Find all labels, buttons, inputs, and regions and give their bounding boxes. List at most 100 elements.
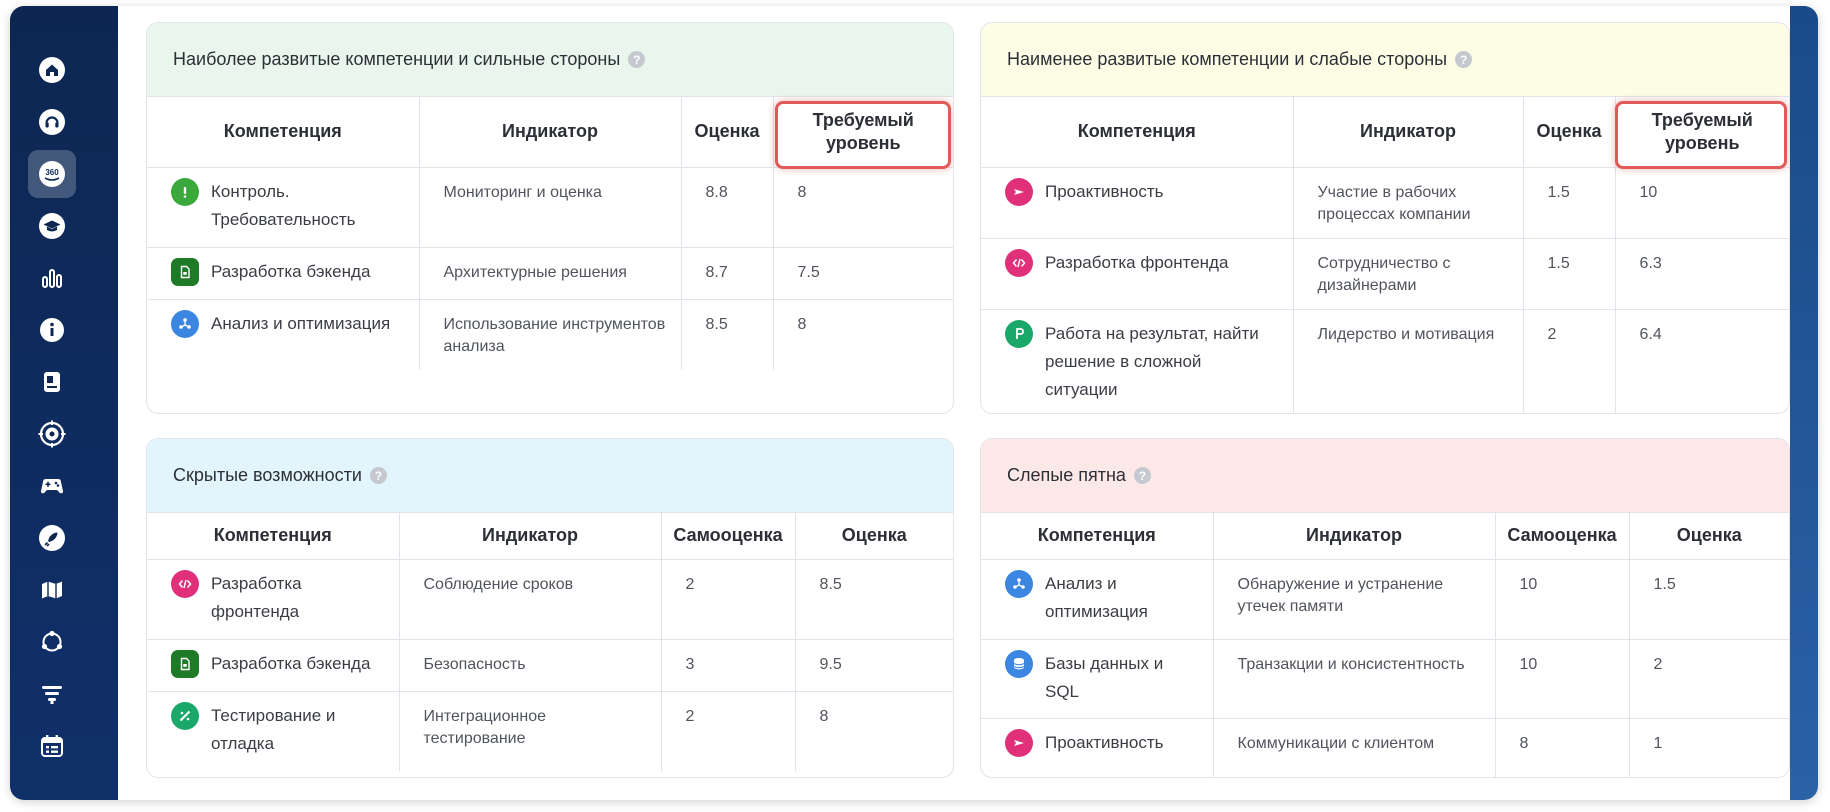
code-icon <box>1005 248 1033 277</box>
map-icon[interactable] <box>28 566 76 614</box>
table-row: Анализ и оптимизация Обнаружение и устра… <box>981 559 1789 640</box>
score: 1.5 <box>1629 559 1789 640</box>
col-required-level[interactable]: Требуемый уровень <box>773 97 953 168</box>
target-icon[interactable] <box>28 410 76 458</box>
competence-name: Разработка фронтенда <box>1045 252 1229 272</box>
table-row: Базы данных и SQL Транзакции и консистен… <box>981 639 1789 719</box>
score: 1.5 <box>1523 238 1616 310</box>
col-indicator[interactable]: Индикатор <box>1293 97 1524 168</box>
competence-name: Проактивность <box>1045 181 1164 201</box>
col-self-score[interactable]: Самооценка <box>1495 513 1630 560</box>
blind-card: Слепые пятна ? Компетенция Индикатор Сам… <box>980 438 1790 778</box>
hidden-table: Компетенция Индикатор Самооценка Оценка … <box>147 513 953 771</box>
background-strip <box>1790 6 1818 800</box>
bar-chart-icon[interactable] <box>28 254 76 302</box>
score: 8.5 <box>681 299 774 370</box>
table-row: Проактивность Участие в рабочих процесса… <box>981 167 1789 239</box>
required-level: 6.4 <box>1639 325 1662 343</box>
help-icon[interactable]: ? <box>1455 51 1473 68</box>
exclamation-icon <box>171 177 199 206</box>
database-icon <box>1005 649 1033 678</box>
main-content: Наиболее развитые компетенции и сильные … <box>118 6 1790 800</box>
competence-name: Анализ и оптимизация <box>211 313 391 333</box>
competence-name: Контроль. Требовательность <box>211 181 356 229</box>
strengths-table: Компетенция Индикатор Оценка Требуемый у… <box>147 97 953 370</box>
score: 1.5 <box>1523 167 1616 239</box>
table-row: Контроль. Требовательность Мониторинг и … <box>147 167 953 248</box>
col-score[interactable]: Оценка <box>1523 97 1616 168</box>
indicator: Архитектурные решения <box>419 247 682 300</box>
self-score: 8 <box>1495 718 1630 777</box>
indicator: Интеграционное тестирование <box>399 691 662 771</box>
gamepad-icon[interactable] <box>28 462 76 510</box>
proactive-icon <box>1005 177 1033 206</box>
self-score: 2 <box>661 559 796 640</box>
cycle-icon[interactable] <box>28 618 76 666</box>
table-row: Проактивность Коммуникации с клиентом 8 … <box>981 718 1789 777</box>
required-level: 7.5 <box>773 247 953 300</box>
analysis-icon <box>171 309 199 338</box>
col-competence[interactable]: Компетенция <box>147 513 400 560</box>
backend-icon <box>171 257 199 286</box>
self-score: 2 <box>661 691 796 771</box>
indicator: Участие в рабочих процессах компании <box>1293 167 1524 239</box>
code-icon <box>171 569 199 598</box>
col-competence[interactable]: Компетенция <box>981 513 1214 560</box>
col-self-score[interactable]: Самооценка <box>661 513 796 560</box>
weaknesses-table: Компетенция Индикатор Оценка Требуемый у… <box>981 97 1789 413</box>
home-icon[interactable] <box>28 46 76 94</box>
result-icon <box>1005 319 1033 348</box>
required-level: 8 <box>797 315 807 333</box>
required-level: 6.3 <box>1615 238 1789 310</box>
filter-icon[interactable] <box>28 670 76 718</box>
table-row: Разработка бэкенда Безопасность 3 9.5 <box>147 639 953 692</box>
table-row: Анализ и оптимизация Использование инстр… <box>147 299 953 370</box>
hidden-title: Скрытые возможности <box>173 465 362 485</box>
col-score[interactable]: Оценка <box>795 513 953 560</box>
app-window: 360 Наиболее развитые компетенции и силь… <box>10 6 1818 800</box>
competence-name: Анализ и оптимизация <box>1045 573 1148 621</box>
table-row: Разработка фронтенда Соблюдение сроков 2… <box>147 559 953 640</box>
score: 8.5 <box>795 559 953 640</box>
help-icon[interactable]: ? <box>1133 467 1151 484</box>
help-icon[interactable]: ? <box>369 467 387 484</box>
blind-title: Слепые пятна <box>1007 465 1126 485</box>
score: 9.5 <box>795 639 953 692</box>
col-indicator[interactable]: Индикатор <box>1213 513 1496 560</box>
col-indicator[interactable]: Индикатор <box>399 513 662 560</box>
competence-name: Разработка бэкенда <box>211 653 371 673</box>
strengths-title: Наиболее развитые компетенции и сильные … <box>173 49 621 69</box>
col-indicator[interactable]: Индикатор <box>419 97 682 168</box>
360-label: 360 <box>45 168 59 177</box>
score: 1 <box>1653 734 1663 752</box>
strengths-header: Наиболее развитые компетенции и сильные … <box>147 23 953 97</box>
table-row: Тестирование и отладка Интеграционное те… <box>147 691 953 771</box>
score: 2 <box>1629 639 1789 719</box>
info-icon[interactable] <box>28 306 76 354</box>
indicator: Соблюдение сроков <box>399 559 662 640</box>
blind-table: Компетенция Индикатор Самооценка Оценка … <box>981 513 1789 777</box>
backend-icon <box>171 649 199 678</box>
indicator: Обнаружение и устранение утечек памяти <box>1213 559 1496 640</box>
col-score[interactable]: Оценка <box>1629 513 1789 560</box>
indicator: Безопасность <box>399 639 662 692</box>
support-icon[interactable] <box>28 98 76 146</box>
table-row: Разработка фронтенда Сотрудничество с ди… <box>981 238 1789 310</box>
weaknesses-title: Наименее развитые компетенции и слабые с… <box>1007 49 1448 69</box>
testing-icon <box>171 701 199 730</box>
help-icon[interactable]: ? <box>628 51 646 68</box>
col-required-level[interactable]: Требуемый уровень <box>1615 97 1789 168</box>
graduation-cap-icon[interactable] <box>28 202 76 250</box>
col-competence[interactable]: Компетенция <box>147 97 420 168</box>
col-score[interactable]: Оценка <box>681 97 774 168</box>
proactive-icon <box>1005 728 1033 757</box>
360-icon[interactable]: 360 <box>28 150 76 198</box>
calendar-icon[interactable] <box>28 722 76 770</box>
col-competence[interactable]: Компетенция <box>981 97 1294 168</box>
strengths-card: Наиболее развитые компетенции и сильные … <box>146 22 954 414</box>
book-icon[interactable] <box>28 358 76 406</box>
table-row: Работа на результат, найти решение в сло… <box>981 309 1789 413</box>
rocket-icon[interactable] <box>28 514 76 562</box>
indicator: Транзакции и консистентность <box>1213 639 1496 719</box>
competence-name: Базы данных и SQL <box>1045 653 1164 701</box>
